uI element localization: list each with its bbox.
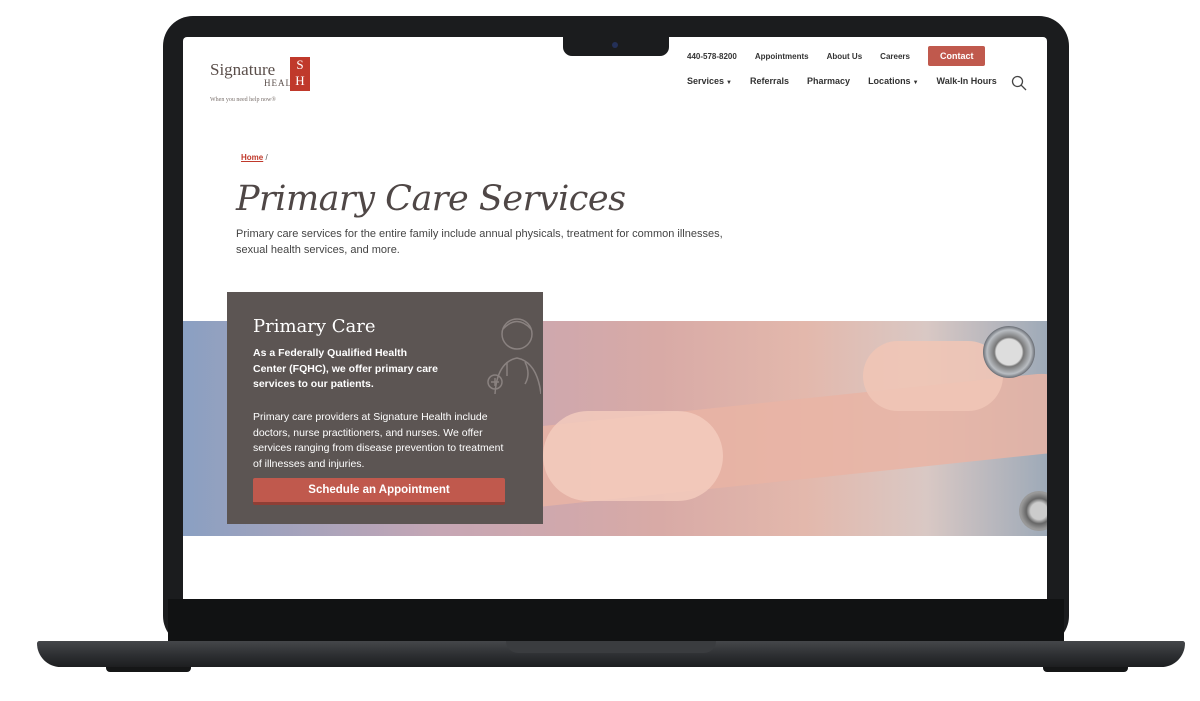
chevron-down-icon: ▼ <box>912 80 919 86</box>
phone-link[interactable]: 440-578-8200 <box>687 52 737 61</box>
doctor-icon <box>487 318 541 394</box>
careers-link[interactable]: Careers <box>880 52 910 61</box>
nav-services[interactable]: Services ▼ <box>687 76 732 86</box>
camera-icon <box>612 42 618 48</box>
laptop-foot <box>1043 667 1128 672</box>
schedule-appointment-button[interactable]: Schedule an Appointment <box>253 478 505 505</box>
utility-nav: 440-578-8200 Appointments About Us Caree… <box>687 46 986 66</box>
laptop-bezel <box>168 599 1064 641</box>
card-lead-text: As a Federally Qualified Health Center (… <box>253 347 438 390</box>
logo-tagline: When you need help now® <box>210 97 276 103</box>
logo-wordmark: Signature <box>210 60 276 79</box>
chevron-down-icon: ▼ <box>726 80 732 86</box>
about-link[interactable]: About Us <box>827 52 863 61</box>
main-nav: Services ▼ Referrals Pharmacy Locations ▼ … <box>687 76 1015 86</box>
laptop-foot <box>106 667 191 672</box>
breadcrumb: Home / <box>241 153 268 162</box>
nav-pharmacy[interactable]: Pharmacy <box>807 76 850 86</box>
hero-hand-shape <box>863 341 1003 411</box>
nav-referrals[interactable]: Referrals <box>750 76 789 86</box>
search-icon[interactable] <box>1011 75 1027 91</box>
primary-care-card: Primary Care As a Federally Qualified He… <box>227 292 543 524</box>
hero-hand-shape <box>543 411 723 501</box>
page-title: Primary Care Services <box>236 179 626 219</box>
laptop-hinge-groove <box>506 641 716 653</box>
nav-services-label: Services <box>687 76 725 86</box>
card-title: Primary Care <box>253 316 376 337</box>
appointments-link[interactable]: Appointments <box>755 52 809 61</box>
nav-locations-label: Locations <box>868 76 911 86</box>
laptop-screen: Signature HEALTH SH When you need help n… <box>183 37 1047 599</box>
breadcrumb-home-link[interactable]: Home <box>241 153 263 162</box>
stethoscope-icon <box>983 326 1035 378</box>
stethoscope-icon <box>1019 491 1047 531</box>
site-logo[interactable]: Signature HEALTH SH When you need help n… <box>210 47 320 103</box>
card-body-text: Primary care providers at Signature Heal… <box>253 411 504 470</box>
logo-monogram: SH <box>290 57 310 91</box>
contact-button[interactable]: Contact <box>927 46 986 66</box>
breadcrumb-separator: / <box>265 153 268 162</box>
page-subtitle: Primary care services for the entire fam… <box>236 228 723 256</box>
nav-locations[interactable]: Locations ▼ <box>868 76 918 86</box>
nav-walk-in-hours[interactable]: Walk-In Hours <box>937 76 997 86</box>
